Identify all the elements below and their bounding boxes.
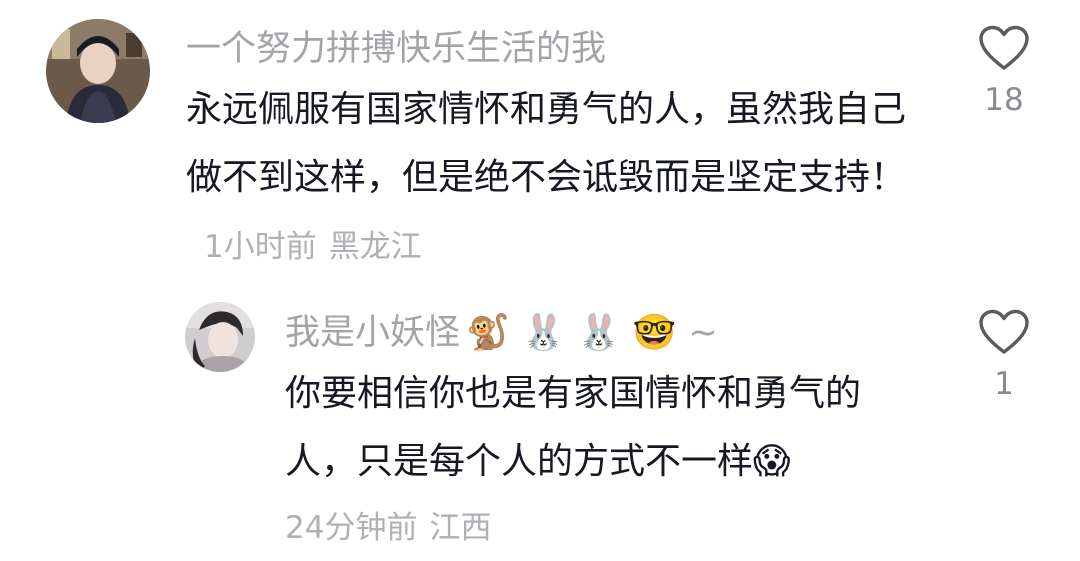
rabbit-emoji-icon: 🐰	[521, 313, 566, 353]
reply-time: 24分钟前	[285, 510, 418, 546]
like-count: 18	[984, 82, 1024, 118]
like-count: 1	[994, 366, 1014, 402]
shocked-emoji-icon: 😱	[753, 441, 791, 482]
heart-icon[interactable]	[978, 308, 1030, 356]
comment-time: 1小时前	[204, 229, 317, 265]
reply-username-row[interactable]: 我是小妖怪 🐒 🐰 🐰 🤓 ~	[285, 304, 730, 355]
comment-like[interactable]: 18	[964, 24, 1044, 118]
avatar[interactable]	[46, 19, 150, 123]
user-avatar-icon	[46, 19, 150, 123]
nerd-face-emoji-icon: 🤓	[632, 313, 677, 353]
rabbit-emoji-icon: 🐰	[577, 313, 621, 353]
user-avatar-icon	[185, 302, 255, 372]
reply-username[interactable]: 我是小妖怪	[285, 313, 460, 353]
monkey-emoji-icon: 🐒	[466, 313, 510, 353]
reply-location: 江西	[429, 510, 492, 546]
reply-like[interactable]: 1	[964, 308, 1044, 402]
username-tilde: ~	[688, 313, 718, 353]
reply-item: 我是小妖怪 🐒 🐰 🐰 🤓 ~ 你要相信你也是有家国情怀和勇气的人，只是每个人的方式不一样…	[0, 290, 1080, 561]
comment-username[interactable]: 一个努力拼搏快乐生活的我	[186, 20, 606, 71]
heart-icon[interactable]	[978, 24, 1030, 72]
avatar[interactable]	[185, 302, 255, 372]
reply-text: 你要相信你也是有家国情怀和勇气的人，只是每个人的方式不一样😱	[285, 360, 915, 496]
comment-location: 黑龙江	[328, 229, 422, 265]
comment-text: 永远佩服有国家情怀和勇气的人，虽然我自己做不到这样，但是绝不会诋毁而是坚定支持！…	[186, 76, 906, 281]
reply-meta: 24分钟前 江西	[285, 502, 491, 547]
comment-item: 一个努力拼搏快乐生活的我 永远佩服有国家情怀和勇气的人，虽然我自己做不到这样，但…	[0, 0, 1080, 290]
comment-body: 永远佩服有国家情怀和勇气的人，虽然我自己做不到这样，但是绝不会诋毁而是坚定支持！	[186, 89, 907, 198]
